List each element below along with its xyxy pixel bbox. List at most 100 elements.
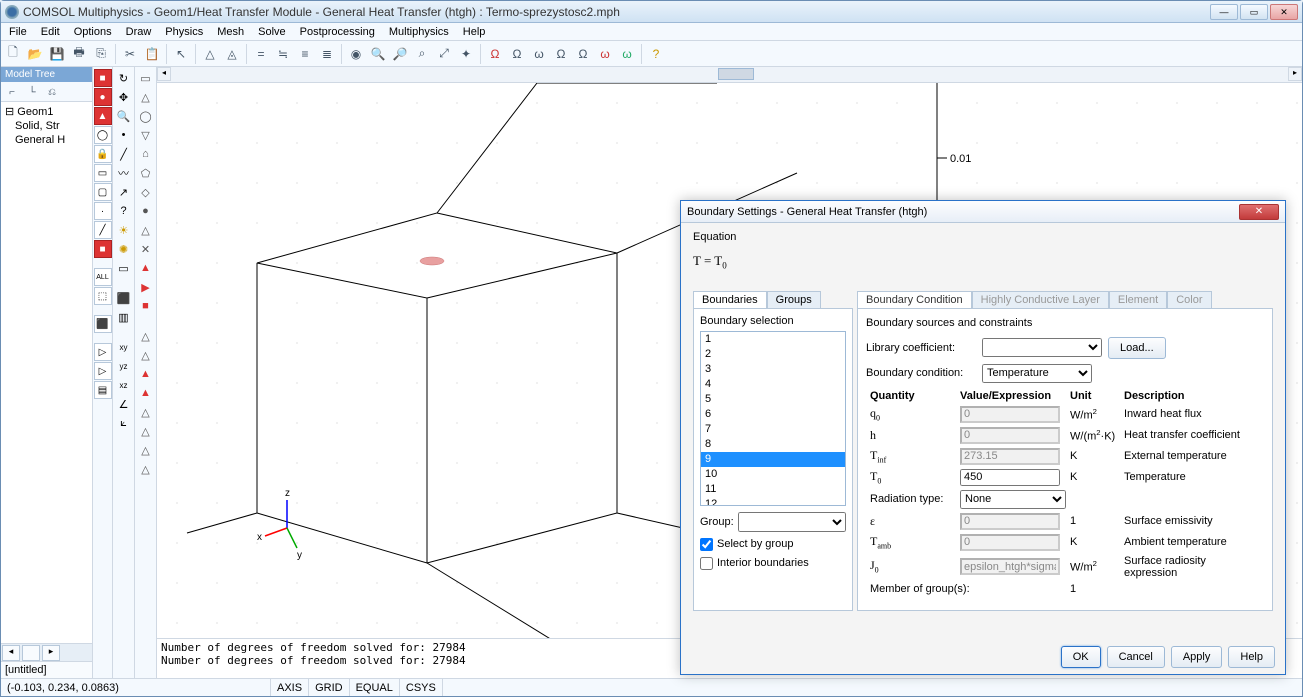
open-icon[interactable]: 📂	[25, 44, 45, 64]
omega5-icon[interactable]: Ω	[573, 44, 593, 64]
point2-icon[interactable]: •	[115, 126, 133, 144]
s-rect-icon[interactable]: ▭	[137, 69, 155, 87]
solve3-icon[interactable]: ≡	[295, 44, 315, 64]
s-tri2-icon[interactable]: ▽	[137, 126, 155, 144]
pointer-icon[interactable]: ↖	[171, 44, 191, 64]
sphere-icon[interactable]: ◯	[94, 126, 112, 144]
paste-icon[interactable]: 📋	[142, 44, 162, 64]
menu-edit[interactable]: Edit	[37, 26, 64, 38]
save-icon[interactable]: 💾	[47, 44, 67, 64]
block-icon[interactable]: ■	[94, 69, 112, 87]
omega6-icon[interactable]: ω	[595, 44, 615, 64]
tree-root[interactable]: Geom1	[17, 106, 53, 118]
s-house-icon[interactable]: ⌂	[137, 145, 155, 163]
menu-file[interactable]: File	[5, 26, 31, 38]
rotate-icon[interactable]: ↻	[115, 69, 133, 87]
play-icon[interactable]: ▷	[94, 343, 112, 361]
menu-solve[interactable]: Solve	[254, 26, 290, 38]
s-ftri3-icon[interactable]: ▲	[137, 384, 155, 402]
zoom-in-icon[interactable]: 🔍	[368, 44, 388, 64]
list-item[interactable]: 12	[701, 497, 845, 506]
new-icon[interactable]: 🗋	[3, 44, 23, 64]
select-by-group-checkbox[interactable]	[700, 538, 713, 551]
minitab-1[interactable]	[22, 645, 40, 661]
tab-color[interactable]: Color	[1167, 291, 1211, 308]
omega4-icon[interactable]: Ω	[551, 44, 571, 64]
list-item-selected[interactable]: 9	[701, 452, 845, 467]
xy-icon[interactable]: xy	[115, 338, 133, 356]
tab-element[interactable]: Element	[1109, 291, 1167, 308]
list-item[interactable]: 1	[701, 332, 845, 347]
tree-btn1[interactable]: ⌐	[3, 84, 21, 100]
s-otri-icon[interactable]: △	[137, 327, 155, 345]
scroll-left-icon[interactable]: ◂	[157, 67, 171, 81]
dialog-close-button[interactable]: ✕	[1239, 204, 1279, 220]
omega3-icon[interactable]: ω	[529, 44, 549, 64]
s-tri-icon[interactable]: △	[137, 88, 155, 106]
fill-square-icon[interactable]: ■	[94, 240, 112, 258]
solve4-icon[interactable]: ≣	[317, 44, 337, 64]
next-icon[interactable]: ▷	[94, 362, 112, 380]
s-dot-icon[interactable]: ●	[137, 202, 155, 220]
list-item[interactable]: 7	[701, 422, 845, 437]
list-item[interactable]: 6	[701, 407, 845, 422]
s-otri4-icon[interactable]: △	[137, 422, 155, 440]
j0-input[interactable]	[960, 558, 1060, 575]
scroll-right-icon[interactable]: ▸	[1288, 67, 1302, 81]
dialog-help-button[interactable]: Help	[1228, 646, 1275, 668]
s-ftri2-icon[interactable]: ▲	[137, 365, 155, 383]
bc-select[interactable]: Temperature	[982, 364, 1092, 383]
menu-options[interactable]: Options	[70, 26, 116, 38]
cancel-button[interactable]: Cancel	[1107, 646, 1165, 668]
ok-button[interactable]: OK	[1061, 646, 1101, 668]
tab-boundaries[interactable]: Boundaries	[693, 291, 767, 308]
menu-help[interactable]: Help	[459, 26, 490, 38]
s-fsquare-icon[interactable]: ■	[137, 297, 155, 315]
orbit-icon[interactable]: ✦	[456, 44, 476, 64]
tamb-input[interactable]	[960, 534, 1060, 551]
zoom-out-icon[interactable]: 🔎	[390, 44, 410, 64]
h-input[interactable]	[960, 427, 1060, 444]
cone-icon[interactable]: ▲	[94, 107, 112, 125]
cylinder-icon[interactable]: ●	[94, 88, 112, 106]
solve2-icon[interactable]: ≒	[273, 44, 293, 64]
light-icon[interactable]: ☀	[115, 221, 133, 239]
line2-icon[interactable]: ╱	[115, 145, 133, 163]
help-icon[interactable]: ?	[646, 44, 666, 64]
data-icon[interactable]: ▤	[94, 381, 112, 399]
s-flag-icon[interactable]: ▶	[137, 278, 155, 296]
maximize-button[interactable]: ▭	[1240, 4, 1268, 20]
isoblock-icon[interactable]: ⬛	[115, 289, 133, 307]
tinf-input[interactable]	[960, 448, 1060, 465]
t0-input[interactable]	[960, 469, 1060, 486]
list-item[interactable]: 10	[701, 467, 845, 482]
zoom-window-icon[interactable]: ⌕	[412, 44, 432, 64]
lib-coef-select[interactable]	[982, 338, 1102, 357]
s-diamond-icon[interactable]: ◇	[137, 183, 155, 201]
copy-icon[interactable]: ⎘	[91, 44, 111, 64]
mesh-refine-icon[interactable]: ◬	[222, 44, 242, 64]
h-scrollbar[interactable]: ◂ ▸	[157, 67, 1302, 83]
list-item[interactable]: 11	[701, 482, 845, 497]
plot-icon[interactable]: ◉	[346, 44, 366, 64]
s-cross-icon[interactable]: ✕	[137, 240, 155, 258]
list-item[interactable]: 5	[701, 392, 845, 407]
list-item[interactable]: 3	[701, 362, 845, 377]
model-tree[interactable]: ⊟ Geom1 Solid, Str General H	[1, 102, 92, 643]
s-tri3-icon[interactable]: △	[137, 221, 155, 239]
menu-draw[interactable]: Draw	[122, 26, 156, 38]
s-otri2-icon[interactable]: △	[137, 346, 155, 364]
pan-icon[interactable]: ✥	[115, 88, 133, 106]
s-circ-icon[interactable]: ◯	[137, 107, 155, 125]
boundary-listbox[interactable]: 1 2 3 4 5 6 7 8 9 10 11 12	[700, 331, 846, 506]
square-icon[interactable]: ▢	[94, 183, 112, 201]
minimize-button[interactable]: —	[1210, 4, 1238, 20]
omega2-icon[interactable]: Ω	[507, 44, 527, 64]
close-button[interactable]: ✕	[1270, 4, 1298, 20]
menu-mesh[interactable]: Mesh	[213, 26, 248, 38]
isoblock2-icon[interactable]: ▥	[115, 308, 133, 326]
q0-input[interactable]	[960, 406, 1060, 423]
tree-btn2[interactable]: └	[23, 84, 41, 100]
point-icon[interactable]: ·	[94, 202, 112, 220]
interior-boundaries-checkbox[interactable]	[700, 557, 713, 570]
